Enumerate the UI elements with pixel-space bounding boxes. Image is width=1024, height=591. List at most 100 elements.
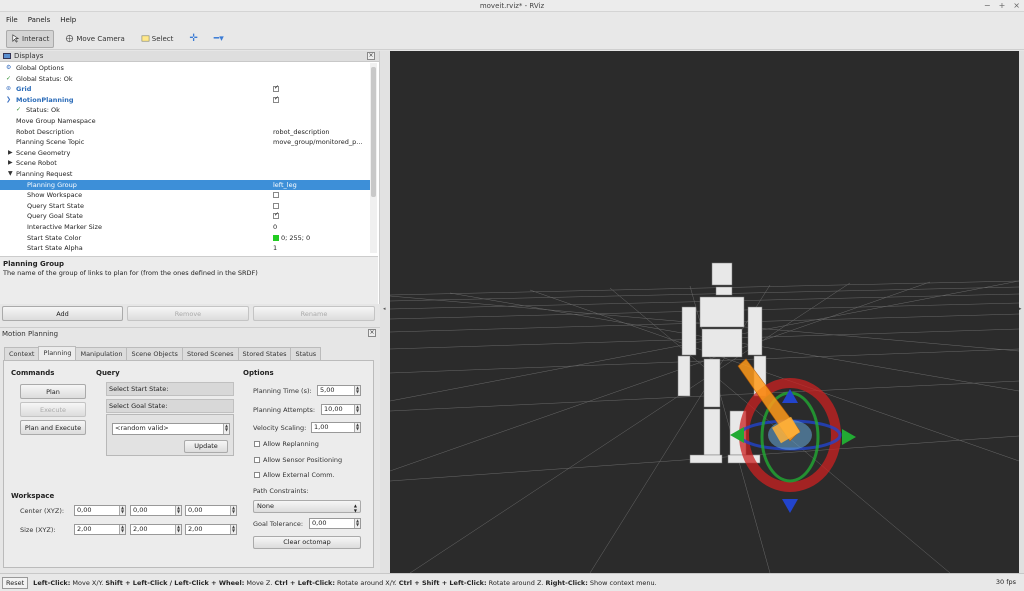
size-y-spinbox[interactable]: 2,00 ▲ ▼ (130, 524, 182, 535)
tree-row[interactable]: ⚙ Global Options (0, 63, 370, 74)
path-constraints-select[interactable]: None ▲ ▼ (253, 500, 361, 513)
clear-octomap-button[interactable]: Clear octomap (253, 536, 361, 549)
tree-row[interactable]: ✓ Status: Ok (0, 105, 370, 116)
goal-tolerance-spinbox[interactable]: 0,00 ▲ ▼ (309, 518, 361, 529)
allow-external-comm-checkbox[interactable]: Allow External Comm. (254, 471, 335, 479)
checkbox-box[interactable] (254, 472, 260, 478)
expand-down-icon[interactable]: ▼ (8, 169, 13, 180)
remove-display-button[interactable]: Remove (127, 306, 249, 321)
spin-arrows-icon[interactable]: ▲ ▼ (175, 506, 181, 515)
tree-row[interactable]: ▶ Scene Robot (0, 158, 370, 169)
allow-replanning-checkbox[interactable]: Allow Replanning (254, 440, 319, 448)
tree-row-value[interactable]: 0 (273, 222, 277, 233)
add-tool-button[interactable]: ✛ (184, 30, 202, 48)
collapse-left-icon[interactable]: ◂ (383, 306, 386, 312)
tab-planning[interactable]: Planning (38, 346, 77, 360)
interactive-marker[interactable] (730, 378, 856, 513)
panel-splitter[interactable]: ◂ (380, 51, 390, 573)
tree-row[interactable]: ⊛ Grid (0, 83, 370, 95)
size-z-spinbox[interactable]: 2,00 ▲ ▼ (185, 524, 237, 535)
tree-row[interactable]: ▶ Scene Geometry (0, 148, 370, 159)
tab-stored-scenes[interactable]: Stored Scenes (181, 347, 239, 360)
tree-row[interactable]: ✓ Global Status: Ok (0, 74, 370, 85)
property-checkbox[interactable] (273, 192, 279, 199)
spin-arrows-icon[interactable]: ▲ ▼ (230, 506, 236, 515)
execute-button[interactable]: Execute (20, 402, 86, 417)
plan-and-execute-button[interactable]: Plan and Execute (20, 420, 86, 435)
remove-tool-button[interactable]: ━▾ (209, 30, 229, 48)
tab-scene-objects[interactable]: Scene Objects (126, 347, 183, 360)
allow-sensor-positioning-checkbox[interactable]: Allow Sensor Positioning (254, 456, 342, 464)
update-button[interactable]: Update (184, 440, 228, 453)
spin-arrows-icon[interactable]: ▲ ▼ (119, 525, 125, 534)
center-z-spinbox[interactable]: 0,00 ▲ ▼ (185, 505, 237, 516)
planning-time-spinbox[interactable]: 5,00 ▲ ▼ (317, 385, 361, 396)
tree-row-value[interactable] (273, 190, 279, 201)
scrollbar-thumb[interactable] (371, 67, 376, 197)
maximize-icon[interactable]: + (999, 0, 1006, 12)
right-dock-edge[interactable]: ▸ (1019, 51, 1024, 573)
spin-arrows-icon[interactable]: ▲ ▼ (119, 506, 125, 515)
expand-right-icon[interactable]: ▶ (8, 148, 13, 159)
move-camera-tool-button[interactable]: Move Camera (60, 30, 129, 48)
tree-row-value[interactable] (273, 94, 279, 106)
tree-row[interactable]: Start State Alpha 1 (0, 243, 370, 253)
tab-status[interactable]: Status (290, 347, 322, 360)
tab-stored-states[interactable]: Stored States (237, 347, 292, 360)
tree-row[interactable]: Start State Color 0; 255; 0 (0, 233, 370, 244)
add-display-button[interactable]: Add (2, 306, 123, 321)
expand-right-icon[interactable]: ▶ (8, 158, 13, 169)
menu-panels[interactable]: Panels (28, 16, 51, 24)
tree-row-value[interactable] (273, 210, 279, 222)
tree-row[interactable]: ❯ MotionPlanning (0, 94, 370, 106)
tab-context[interactable]: Context (4, 347, 40, 360)
spin-arrows-icon[interactable]: ▲ ▼ (354, 519, 360, 528)
spin-arrows-icon[interactable]: ▲ ▼ (354, 405, 360, 414)
property-checkbox[interactable] (273, 83, 279, 94)
center-x-spinbox[interactable]: 0,00 ▲ ▼ (74, 505, 126, 516)
checkbox-box[interactable] (254, 441, 260, 447)
tab-manipulation[interactable]: Manipulation (75, 347, 128, 360)
size-x-spinbox[interactable]: 2,00 ▲ ▼ (74, 524, 126, 535)
checkbox-box[interactable] (254, 457, 260, 463)
tree-row-value[interactable]: 1 (273, 243, 277, 253)
tree-row[interactable]: Query Goal State (0, 210, 370, 222)
tree-row-value[interactable]: move_group/monitored_p... (273, 137, 362, 148)
property-checkbox[interactable] (273, 94, 279, 104)
spin-arrows-icon[interactable]: ▲ ▼ (175, 525, 181, 534)
collapse-right-icon[interactable]: ▸ (1019, 306, 1022, 312)
displays-scrollbar[interactable] (370, 63, 377, 253)
tree-row-value[interactable]: left_leg (273, 180, 297, 191)
tree-row[interactable]: Query Start State (0, 201, 370, 212)
velocity-scaling-spinbox[interactable]: 1,00 ▲ ▼ (311, 422, 361, 433)
reset-button[interactable]: Reset (2, 576, 29, 589)
planning-attempts-spinbox[interactable]: 10,00 ▲ ▼ (321, 404, 361, 415)
menu-help[interactable]: Help (60, 16, 76, 24)
spin-arrows-icon[interactable]: ▲ ▼ (230, 525, 236, 534)
rename-display-button[interactable]: Rename (253, 306, 375, 321)
center-y-spinbox[interactable]: 0,00 ▲ ▼ (130, 505, 182, 516)
displays-close-icon[interactable]: × (367, 52, 375, 60)
tree-row-value[interactable]: robot_description (273, 127, 330, 138)
property-checkbox[interactable] (273, 202, 279, 209)
tree-row[interactable]: ▼ Planning Request (0, 169, 370, 180)
tree-row[interactable]: Planning Group left_leg (0, 179, 370, 191)
property-checkbox[interactable] (273, 210, 279, 221)
select-tool-button[interactable]: Select (136, 30, 179, 48)
tree-row-value[interactable]: 0; 255; 0 (273, 233, 310, 244)
motion-planning-close-icon[interactable]: × (368, 329, 376, 337)
tree-row[interactable]: Interactive Marker Size 0 (0, 222, 370, 233)
goal-state-select[interactable]: <random valid> ▲ ▼ (112, 423, 230, 435)
tree-row[interactable]: Robot Description robot_description (0, 127, 370, 138)
tree-row[interactable]: Move Group Namespace (0, 116, 370, 127)
tree-row[interactable]: Planning Scene Topic move_group/monitored… (0, 137, 370, 148)
plan-button[interactable]: Plan (20, 384, 86, 399)
interact-tool-button[interactable]: Interact (6, 29, 55, 48)
3d-viewport[interactable] (390, 51, 1019, 573)
close-icon[interactable]: × (1013, 0, 1020, 12)
spin-arrows-icon[interactable]: ▲ ▼ (354, 386, 360, 395)
minimize-icon[interactable]: − (984, 0, 991, 12)
menu-file[interactable]: File (6, 16, 18, 24)
spin-arrows-icon[interactable]: ▲ ▼ (354, 423, 360, 432)
tree-row[interactable]: Show Workspace (0, 190, 370, 201)
